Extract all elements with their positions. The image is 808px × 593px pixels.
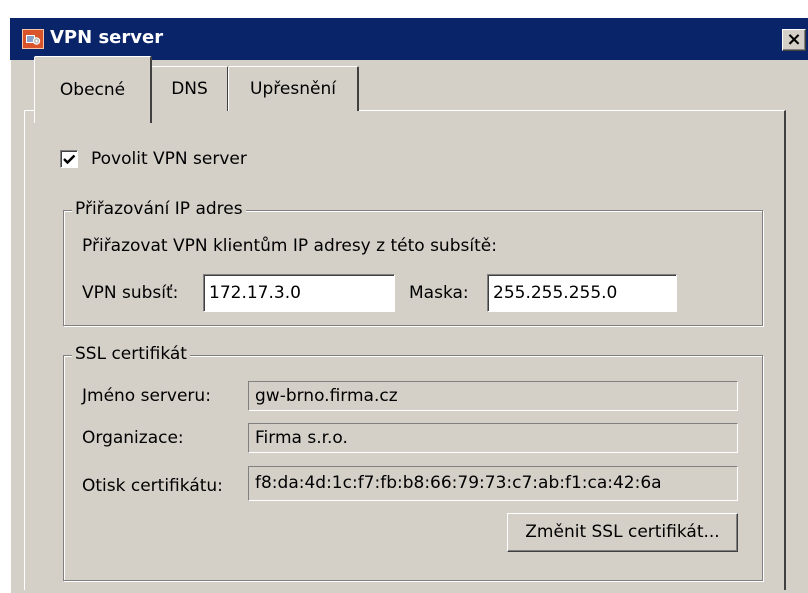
mask-label: Maska:	[409, 283, 469, 303]
close-button[interactable]: ×	[782, 29, 806, 51]
tab-label: Obecné	[59, 80, 126, 100]
window-title: VPN server	[50, 27, 164, 48]
tab-label: Upřesnění	[250, 79, 336, 99]
change-ssl-certificate-button[interactable]: Změnit SSL certifikát...	[507, 513, 738, 552]
fingerprint-value: f8:da:4d:1c:f7:fb:b8:66:79:73:c7:ab:f1:c…	[248, 466, 738, 501]
title-bar[interactable]: VPN server ×	[10, 18, 808, 60]
organization-value: Firma s.r.o.	[248, 423, 738, 453]
ip-assignment-title: Přiřazování IP adres	[72, 198, 246, 220]
app-icon	[22, 29, 44, 49]
fingerprint-label: Otisk certifikátu:	[82, 476, 223, 496]
vpn-subnet-field[interactable]: 172.17.3.0	[203, 274, 395, 312]
mask-field[interactable]: 255.255.255.0	[487, 274, 677, 312]
tab-dns[interactable]: DNS	[151, 66, 229, 111]
server-name-value: gw-brno.firma.cz	[248, 381, 738, 411]
vpn-subnet-label: VPN subsíť:	[82, 283, 179, 303]
enable-vpn-checkbox[interactable]	[60, 150, 78, 168]
organization-label: Organizace:	[82, 428, 184, 448]
tab-obecne[interactable]: Obecné	[34, 56, 152, 123]
ip-assignment-description: Přiřazovat VPN klientům IP adresy z této…	[82, 236, 497, 256]
checkmark-icon	[63, 154, 76, 165]
tab-label: DNS	[171, 79, 208, 99]
tab-upresneni[interactable]: Upřesnění	[228, 66, 359, 111]
server-name-label: Jméno serveru:	[82, 386, 211, 406]
ssl-certificate-title: SSL certifikát	[72, 343, 190, 365]
enable-vpn-label[interactable]: Povolit VPN server	[91, 148, 247, 170]
